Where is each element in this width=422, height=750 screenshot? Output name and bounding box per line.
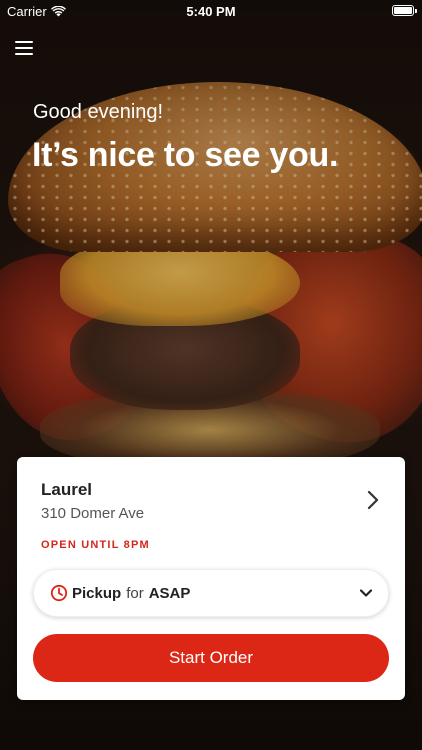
chevron-right-icon[interactable]: [363, 490, 383, 510]
start-order-button[interactable]: Start Order: [33, 634, 389, 682]
greeting-text: Good evening!: [33, 101, 164, 123]
status-bar: Carrier 5:40 PM: [0, 0, 422, 22]
store-name[interactable]: Laurel: [41, 480, 92, 500]
store-hours-status: OPEN UNTIL 8PM: [41, 539, 150, 551]
battery-icon: [392, 5, 417, 16]
pickup-mode-label: Pickup: [72, 584, 122, 602]
store-address: 310 Domer Ave: [41, 505, 145, 522]
store-card: Laurel 310 Domer Ave OPEN UNTIL 8PM Pick…: [17, 457, 405, 700]
pickup-time-value: ASAP: [148, 584, 191, 602]
page-headline: It’s nice to see you.: [32, 136, 339, 174]
pickup-time-selector[interactable]: Pickup for ASAP: [33, 569, 389, 617]
status-time: 5:40 PM: [186, 4, 236, 19]
pickup-connector: for: [126, 584, 144, 602]
home-screen: Carrier 5:40 PM Good evening! It’s nice …: [0, 0, 422, 750]
clock-icon: [50, 584, 68, 602]
hamburger-menu-icon[interactable]: [15, 38, 35, 56]
chevron-down-icon[interactable]: [358, 585, 374, 601]
pickup-summary: Pickup for ASAP: [72, 585, 190, 602]
